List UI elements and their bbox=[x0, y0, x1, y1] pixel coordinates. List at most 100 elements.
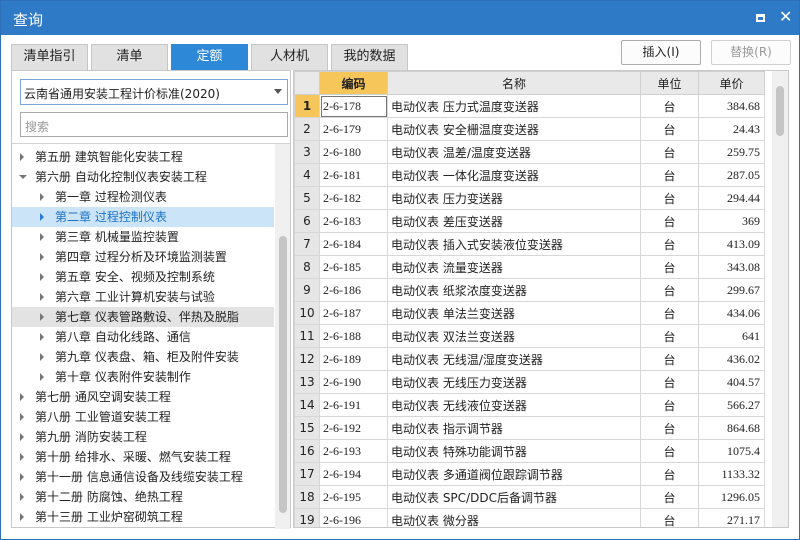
quota-unit[interactable]: 台 bbox=[640, 393, 699, 417]
row-number[interactable]: 5 bbox=[294, 186, 320, 210]
quota-code[interactable]: 2-6-190 bbox=[319, 370, 388, 394]
table-row[interactable]: 6 2-6-183 电动仪表 差压变送器台 369 bbox=[294, 209, 765, 233]
row-number[interactable]: 12 bbox=[294, 347, 320, 371]
table-row[interactable]: 13 2-6-190 电动仪表 无线压力变送器台 404.57 bbox=[294, 370, 765, 394]
search-input[interactable]: 搜索 bbox=[20, 112, 288, 137]
expand-right-icon[interactable] bbox=[20, 153, 24, 161]
quota-unit[interactable]: 台 bbox=[640, 255, 699, 279]
quota-code[interactable]: 2-6-191 bbox=[319, 393, 388, 417]
quota-price[interactable]: 641 bbox=[698, 324, 765, 348]
quota-name[interactable]: 电动仪表 双法兰变送器 bbox=[387, 324, 641, 348]
tree-item[interactable]: 第九册 消防安装工程 bbox=[12, 427, 274, 447]
quota-code[interactable]: 2-6-182 bbox=[319, 186, 388, 210]
replace-button[interactable]: 替换(R) bbox=[711, 40, 791, 65]
expand-right-icon[interactable] bbox=[40, 313, 44, 321]
quota-name[interactable]: 电动仪表 流量变送器 bbox=[387, 255, 641, 279]
quota-name[interactable]: 电动仪表 压力式温度变送器 bbox=[387, 94, 641, 118]
quota-code[interactable]: 2-6-179 bbox=[319, 117, 388, 141]
table-row[interactable]: 5 2-6-182 电动仪表 压力变送器台 294.44 bbox=[294, 186, 765, 210]
expand-right-icon[interactable] bbox=[20, 453, 24, 461]
table-row[interactable]: 2 2-6-179 电动仪表 安全栅温度变送器台 24.43 bbox=[294, 117, 765, 141]
quota-unit[interactable]: 台 bbox=[640, 186, 699, 210]
expand-right-icon[interactable] bbox=[20, 413, 24, 421]
row-number[interactable]: 13 bbox=[294, 370, 320, 394]
row-number[interactable]: 4 bbox=[294, 163, 320, 187]
quota-unit[interactable]: 台 bbox=[640, 232, 699, 256]
insert-button[interactable]: 插入(I) bbox=[621, 40, 701, 65]
quota-name[interactable]: 电动仪表 无线液位变送器 bbox=[387, 393, 641, 417]
expand-right-icon[interactable] bbox=[40, 213, 44, 221]
tree-item[interactable]: 第十章 仪表附件安装制作 bbox=[12, 367, 274, 387]
quota-price[interactable]: 384.68 bbox=[698, 94, 765, 118]
quota-unit[interactable]: 台 bbox=[640, 485, 699, 509]
table-row[interactable]: 18 2-6-195 电动仪表 SPC/DDC后备调节器台 1296.05 bbox=[294, 485, 765, 509]
quota-code[interactable]: 2-6-178 bbox=[319, 94, 388, 118]
maximize-button[interactable] bbox=[753, 10, 769, 26]
quota-unit[interactable]: 台 bbox=[640, 347, 699, 371]
column-header-name[interactable]: 名称 bbox=[387, 71, 641, 95]
quota-unit[interactable]: 台 bbox=[640, 94, 699, 118]
row-number[interactable]: 3 bbox=[294, 140, 320, 164]
tree-item[interactable]: 第九章 仪表盘、箱、柜及附件安装 bbox=[12, 347, 274, 367]
quota-unit[interactable]: 台 bbox=[640, 370, 699, 394]
tree-scrollbar[interactable] bbox=[275, 144, 290, 529]
tree-scrollbar-thumb[interactable] bbox=[279, 236, 287, 513]
tree-item[interactable]: 第十二册 防腐蚀、绝热工程 bbox=[12, 487, 274, 507]
table-row[interactable]: 7 2-6-184 电动仪表 插入式安装液位变送器台 413.09 bbox=[294, 232, 765, 256]
tree-item[interactable]: 第六册 自动化控制仪表安装工程 bbox=[12, 167, 274, 187]
tree-item[interactable]: 第八册 工业管道安装工程 bbox=[12, 407, 274, 427]
column-header-code[interactable]: 编码 bbox=[319, 71, 388, 95]
quota-name[interactable]: 电动仪表 特殊功能调节器 bbox=[387, 439, 641, 463]
quota-name[interactable]: 电动仪表 单法兰变送器 bbox=[387, 301, 641, 325]
quota-price[interactable]: 1075.4 bbox=[698, 439, 765, 463]
expand-right-icon[interactable] bbox=[40, 273, 44, 281]
quota-code[interactable]: 2-6-188 bbox=[319, 324, 388, 348]
quota-name[interactable]: 电动仪表 无线压力变送器 bbox=[387, 370, 641, 394]
quota-price[interactable]: 1296.05 bbox=[698, 485, 765, 509]
quota-unit[interactable]: 台 bbox=[640, 140, 699, 164]
row-number[interactable]: 14 bbox=[294, 393, 320, 417]
quota-code[interactable]: 2-6-183 bbox=[319, 209, 388, 233]
row-number[interactable]: 2 bbox=[294, 117, 320, 141]
tree-item[interactable]: 第十一册 信息通信设备及线缆安装工程 bbox=[12, 467, 274, 487]
table-scrollbar-thumb[interactable] bbox=[776, 86, 784, 136]
quota-name[interactable]: 电动仪表 微分器 bbox=[387, 508, 641, 527]
expand-right-icon[interactable] bbox=[20, 473, 24, 481]
table-row[interactable]: 9 2-6-186 电动仪表 纸浆浓度变送器台 299.67 bbox=[294, 278, 765, 302]
tree-item[interactable]: 第五册 建筑智能化安装工程 bbox=[12, 147, 274, 167]
table-row[interactable]: 11 2-6-188 电动仪表 双法兰变送器台 641 bbox=[294, 324, 765, 348]
table-scrollbar[interactable] bbox=[772, 71, 788, 527]
expand-right-icon[interactable] bbox=[40, 373, 44, 381]
tab-bill-guide[interactable]: 清单指引 bbox=[11, 44, 88, 70]
quota-price[interactable]: 299.67 bbox=[698, 278, 765, 302]
quota-unit[interactable]: 台 bbox=[640, 324, 699, 348]
expand-right-icon[interactable] bbox=[20, 493, 24, 501]
quota-price[interactable]: 864.68 bbox=[698, 416, 765, 440]
tree-item[interactable]: 第五章 安全、视频及控制系统 bbox=[12, 267, 274, 287]
row-number[interactable]: 8 bbox=[294, 255, 320, 279]
row-number[interactable]: 7 bbox=[294, 232, 320, 256]
table-row[interactable]: 15 2-6-192 电动仪表 指示调节器台 864.68 bbox=[294, 416, 765, 440]
quota-code[interactable]: 2-6-184 bbox=[319, 232, 388, 256]
row-number[interactable]: 16 bbox=[294, 439, 320, 463]
expand-right-icon[interactable] bbox=[40, 193, 44, 201]
tree-item[interactable]: 第十三册 工业炉窑砌筑工程 bbox=[12, 507, 274, 527]
tree-item[interactable]: 第二章 过程控制仪表 bbox=[12, 207, 274, 227]
table-row[interactable]: 12 2-6-189 电动仪表 无线温/湿度变送器台 436.02 bbox=[294, 347, 765, 371]
quota-name[interactable]: 电动仪表 插入式安装液位变送器 bbox=[387, 232, 641, 256]
tab-labor-material-machine[interactable]: 人材机 bbox=[251, 44, 328, 70]
quota-unit[interactable]: 台 bbox=[640, 209, 699, 233]
quota-name[interactable]: 电动仪表 SPC/DDC后备调节器 bbox=[387, 485, 641, 509]
quota-code[interactable]: 2-6-181 bbox=[319, 163, 388, 187]
quota-price[interactable]: 343.08 bbox=[698, 255, 765, 279]
expand-right-icon[interactable] bbox=[40, 233, 44, 241]
quota-code[interactable]: 2-6-194 bbox=[319, 462, 388, 486]
quota-price[interactable]: 24.43 bbox=[698, 117, 765, 141]
tab-my-data[interactable]: 我的数据 bbox=[331, 44, 408, 70]
quota-unit[interactable]: 台 bbox=[640, 117, 699, 141]
tree-item[interactable]: 第四章 过程分析及环境监测装置 bbox=[12, 247, 274, 267]
expand-right-icon[interactable] bbox=[40, 333, 44, 341]
quota-code[interactable]: 2-6-180 bbox=[319, 140, 388, 164]
table-row[interactable]: 10 2-6-187 电动仪表 单法兰变送器台 434.06 bbox=[294, 301, 765, 325]
quota-name[interactable]: 电动仪表 温差/温度变送器 bbox=[387, 140, 641, 164]
